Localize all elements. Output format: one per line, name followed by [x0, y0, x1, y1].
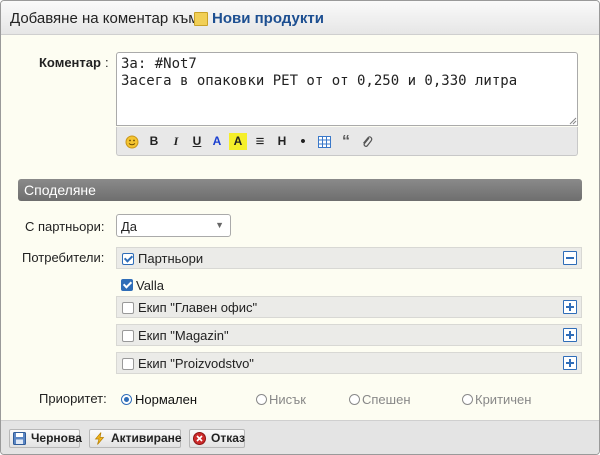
checkbox[interactable] [121, 279, 133, 291]
lightning-icon [94, 432, 105, 445]
expand-icon[interactable] [563, 300, 577, 314]
partners-select[interactable]: Да ▼ [116, 214, 231, 237]
checkbox[interactable] [122, 358, 134, 370]
collapse-icon[interactable] [563, 251, 577, 265]
close-icon [193, 432, 206, 445]
priority-radio-critical[interactable] [462, 394, 473, 405]
dialog-titlebar: Добавяне на коментар към Нови продукти [1, 1, 599, 35]
quote-icon[interactable]: “ [337, 133, 355, 150]
group-label: Екип "Proizvodstvo" [138, 356, 254, 371]
user-row-valla[interactable]: Valla [116, 274, 582, 296]
priority-option-critical[interactable]: Критичен [475, 392, 531, 407]
checkbox[interactable] [122, 330, 134, 342]
chevron-down-icon: ▼ [215, 220, 224, 230]
priority-option-urgent[interactable]: Спешен [362, 392, 411, 407]
priority-radio-normal[interactable] [121, 394, 132, 405]
sharing-section-header: Споделяне [18, 179, 582, 201]
comment-label-colon: : [105, 55, 109, 70]
partners-select-value: Да [121, 219, 138, 234]
users-label: Потребители: [22, 250, 105, 265]
priority-label: Приоритет: [39, 391, 107, 406]
dialog-title: Добавяне на коментар към [10, 10, 199, 27]
text-color-button[interactable]: A [208, 133, 226, 150]
group-label: Екип "Magazin" [138, 328, 229, 343]
emoji-icon[interactable] [123, 133, 141, 150]
attach-icon[interactable] [358, 133, 376, 150]
group-row-magazin[interactable]: Екип "Magazin" [116, 324, 582, 346]
group-row-proizvodstvo[interactable]: Екип "Proizvodstvo" [116, 352, 582, 374]
resize-grip-icon[interactable] [569, 117, 577, 125]
group-label: Екип "Главен офис" [138, 300, 258, 315]
note-icon [194, 12, 208, 26]
align-icon[interactable]: ≡ [251, 133, 269, 150]
priority-option-normal[interactable]: Нормален [135, 392, 197, 407]
heading-button[interactable]: H [273, 133, 291, 150]
priority-option-low[interactable]: Нисък [269, 392, 306, 407]
expand-icon[interactable] [563, 328, 577, 342]
checkbox[interactable] [122, 302, 134, 314]
comment-textarea[interactable]: За: #Not7 Засега в опаковки PET от от 0,… [116, 52, 578, 126]
highlight-button[interactable]: A [229, 133, 247, 150]
draft-button[interactable]: Чернова [9, 429, 82, 448]
dialog-footer: Чернова Активиране Отказ [1, 420, 599, 454]
italic-button[interactable]: I [167, 133, 185, 150]
checkbox[interactable] [122, 253, 134, 265]
add-comment-dialog: Добавяне на коментар към Нови продукти К… [0, 0, 600, 455]
cancel-button-label: Отказ [211, 431, 246, 445]
expand-icon[interactable] [563, 356, 577, 370]
priority-radio-low[interactable] [256, 394, 267, 405]
activate-button-label: Активиране [111, 431, 182, 445]
title-link[interactable]: Нови продукти [212, 10, 324, 27]
partners-label: С партньори: [25, 219, 105, 234]
bold-button[interactable]: B [145, 133, 163, 150]
cancel-button[interactable]: Отказ [189, 429, 245, 448]
comment-label: Коментар [39, 55, 101, 70]
activate-button[interactable]: Активиране [89, 429, 182, 448]
group-row-main-office[interactable]: Екип "Главен офис" [116, 296, 582, 318]
group-label: Партньори [138, 251, 204, 266]
underline-button[interactable]: U [188, 133, 206, 150]
save-icon [13, 432, 26, 445]
draft-button-label: Чернова [31, 431, 82, 445]
editor-toolbar: B I U A A ≡ H • “ [116, 127, 578, 156]
user-label: Valla [136, 278, 164, 293]
group-row-partners[interactable]: Партньори [116, 247, 582, 269]
priority-radio-urgent[interactable] [349, 394, 360, 405]
bullet-button[interactable]: • [294, 133, 312, 150]
table-icon[interactable] [315, 133, 333, 150]
